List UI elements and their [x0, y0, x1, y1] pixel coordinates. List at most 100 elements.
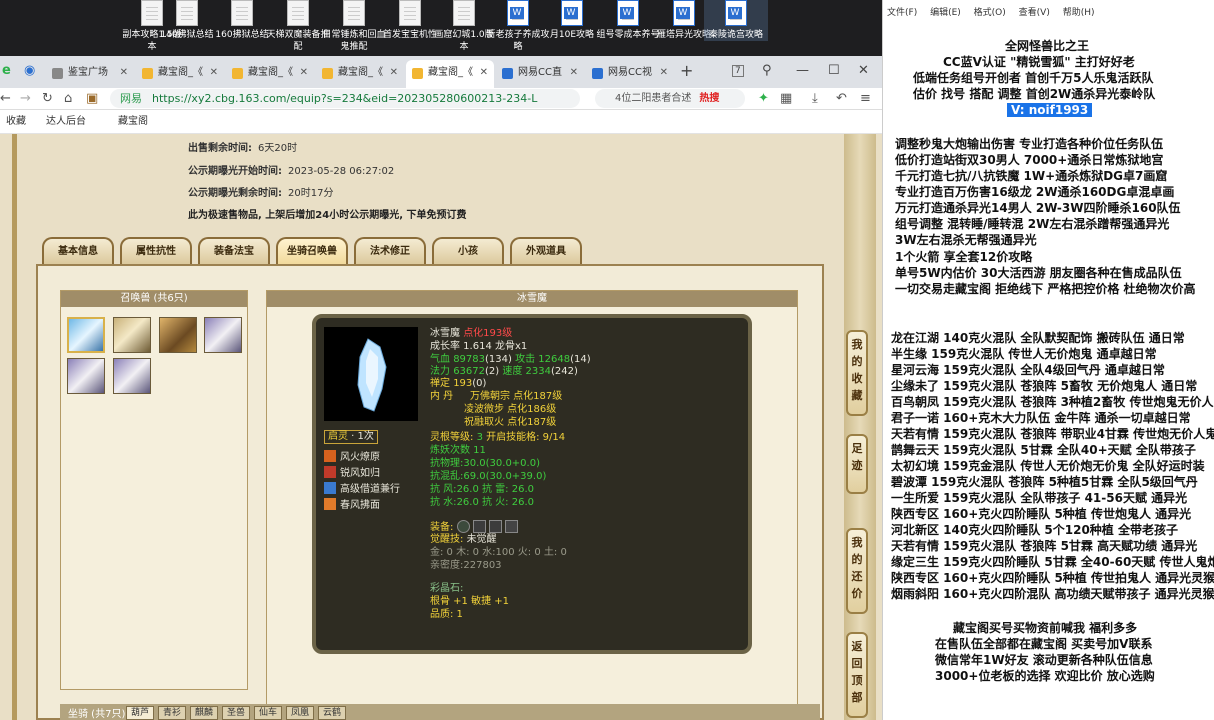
tab-child[interactable]: 小孩	[432, 237, 504, 265]
download-icon[interactable]: ⤓	[812, 88, 818, 110]
close-tab-icon[interactable]: ✕	[210, 60, 218, 86]
pet-thumb[interactable]	[67, 358, 105, 394]
skill-item[interactable]: 风火燎原	[324, 450, 380, 464]
hp-atk-line: 气血 89783(134) 攻击 12648(14)	[430, 354, 591, 366]
menu-format[interactable]: 格式(O)	[974, 8, 1006, 18]
stat-points: (14)	[570, 354, 591, 365]
close-tab-icon[interactable]: ✕	[570, 60, 578, 86]
notepad-line: 调整秒鬼大炮输出伤害 专业打造各种价位任务队伍	[895, 137, 1164, 151]
menu-help[interactable]: 帮助(H)	[1063, 8, 1095, 18]
mount-tab[interactable]: 麒麟	[190, 706, 218, 720]
equip-slot-icon[interactable]	[505, 520, 519, 533]
footer-line: 3000+位老板的选择 欢迎比价 放心选购	[935, 669, 1155, 683]
close-tab-icon[interactable]: ✕	[120, 60, 128, 86]
footprint-button[interactable]: 足迹	[846, 434, 868, 494]
browser-tab[interactable]: 藏宝阁_《 ✕	[226, 60, 314, 88]
tab-equipment[interactable]: 装备法宝	[198, 237, 270, 265]
maximize-icon[interactable]: ☐	[828, 60, 840, 82]
close-tab-icon[interactable]: ✕	[660, 60, 668, 86]
bookmark-item[interactable]: 收藏	[6, 110, 26, 134]
mount-tab[interactable]: 仙车	[254, 706, 282, 720]
undo-icon[interactable]: ↶	[836, 88, 847, 110]
close-tab-icon[interactable]: ✕	[480, 60, 488, 86]
resist-row: 抗 风:26.0 抗 雷: 26.0	[430, 484, 534, 496]
home-icon[interactable]: ⌂	[64, 88, 72, 110]
browser-tab[interactable]: 网易CC直 ✕	[496, 60, 584, 88]
my-counteroffer-button[interactable]: 我的还价	[846, 528, 868, 614]
menu-icon[interactable]: ≡	[860, 88, 871, 110]
browser-tab[interactable]: 藏宝阁_《 ✕	[136, 60, 224, 88]
my-favorites-button[interactable]: 我的收藏	[846, 330, 868, 416]
back-to-top-button[interactable]: 返回顶部	[846, 632, 868, 718]
skill-item[interactable]: 高级借道兼行	[324, 482, 400, 496]
tab-attributes[interactable]: 属性抗性	[120, 237, 192, 265]
pet-thumb[interactable]	[113, 317, 151, 353]
mount-tab[interactable]: 圣兽	[222, 706, 250, 720]
menu-view[interactable]: 查看(V)	[1019, 8, 1050, 18]
desktop-icon-label: 组号零成本养号	[596, 30, 660, 40]
menu-edit[interactable]: 编辑(E)	[930, 8, 961, 18]
skill-item[interactable]: 锐风如归	[324, 466, 380, 480]
desktop-icon[interactable]: 月10E攻略	[540, 0, 604, 41]
equip-slot-icon[interactable]	[488, 520, 502, 533]
browser-tab[interactable]: 鉴宝广场 ✕	[46, 60, 134, 88]
desktop-icon[interactable]: 160拂狱总结	[210, 0, 274, 41]
pet-thumb-ice[interactable]	[67, 317, 105, 353]
elements-line: 金: 0 木: 0 水:100 火: 0 土: 0	[430, 547, 567, 558]
notepad-line: 3W左右混杀无帮强通异光	[895, 233, 1037, 247]
tab-spell-correction[interactable]: 法术修正	[354, 237, 426, 265]
reload-icon[interactable]: ↻	[42, 88, 53, 110]
close-window-icon[interactable]: ✕	[858, 60, 869, 82]
desktop-icon[interactable]: 天梯双魔装备推配	[266, 0, 330, 53]
mount-tab[interactable]: 云鹤	[318, 706, 346, 720]
new-tab-icon[interactable]: +	[680, 60, 693, 82]
menu-file[interactable]: 文件(F)	[887, 8, 917, 18]
pinned-tab-icon[interactable]: ◉	[24, 60, 35, 82]
pet-thumb[interactable]	[113, 358, 151, 394]
bookmark-item[interactable]: 达人后台	[46, 110, 86, 134]
resist-row: 抗物理:30.0(30.0+0.0)	[430, 458, 540, 470]
mount-tab[interactable]: 凤凰	[286, 706, 314, 720]
extension-icon[interactable]: ✦	[758, 88, 769, 110]
address-toolbar: ← → ↻ ⌂ ▣ 网易 https://xy2.cbg.163.com/equi…	[0, 88, 882, 110]
bookmark-item[interactable]: 藏宝阁	[118, 110, 148, 134]
minimize-icon[interactable]: —	[796, 60, 809, 82]
pin-icon[interactable]: ⚲	[762, 60, 772, 82]
close-tab-icon[interactable]: ✕	[390, 60, 398, 86]
stat-label: 禅定	[430, 378, 450, 389]
team-line: 百鸟朝凤 159克火混队 苍狼阵 3种植2畜牧 传世炮鬼无价人	[891, 395, 1214, 409]
page-frame-left	[12, 134, 17, 720]
tab-count-badge[interactable]: 7	[732, 65, 744, 77]
fast-sale-notice: 此为极速售物品, 上架后增加24小时公示期曝光, 下单免预订费	[188, 210, 467, 221]
lingen-value: 3	[476, 432, 483, 443]
browser-tab-active[interactable]: 藏宝阁_《 ✕	[406, 60, 494, 88]
desktop-icon[interactable]: 日常锤炼和回血鬼推配	[322, 0, 386, 53]
notepad-line: 低端任务组号开创者 首创千万5人乐鬼活跃队	[913, 71, 1154, 85]
equip-slot-icon[interactable]	[472, 520, 486, 533]
row-label: 公示期曝光开始时间:	[188, 166, 282, 177]
close-tab-icon[interactable]: ✕	[300, 60, 308, 86]
forward-icon[interactable]: →	[20, 88, 31, 110]
apps-icon[interactable]: ▦	[780, 88, 792, 110]
skill-item[interactable]: 春风拂面	[324, 498, 380, 512]
pet-thumb[interactable]	[159, 317, 197, 353]
equip-slot-icon[interactable]	[456, 520, 470, 533]
tab-basic-info[interactable]: 基本信息	[42, 237, 114, 265]
mount-tab[interactable]: 青衫	[158, 706, 186, 720]
browser-tab[interactable]: 藏宝阁_《 ✕	[316, 60, 404, 88]
desktop-icon[interactable]: 组号零成本养号	[596, 0, 660, 41]
back-icon[interactable]: ←	[0, 88, 11, 110]
search-box[interactable]: 4位二阳患者合述 热搜	[595, 89, 745, 108]
pet-thumb[interactable]	[204, 317, 242, 353]
desktop-icon[interactable]: 秦陵诡宫攻略	[704, 0, 768, 41]
mount-tab[interactable]: 葫芦	[126, 706, 154, 720]
briefcase-icon[interactable]: ▣	[86, 88, 98, 110]
tab-appearance[interactable]: 外观道具	[510, 237, 582, 265]
notepad-line: 全网怪兽比之王	[1005, 39, 1090, 53]
browser-tab[interactable]: 网易CC视 ✕	[586, 60, 674, 88]
tab-mounts-pets[interactable]: 坐骑召唤兽	[276, 237, 348, 265]
url-bar[interactable]: 网易 https://xy2.cbg.163.com/equip?s=234&ei…	[110, 89, 580, 108]
skill-name: 锐风如归	[340, 468, 380, 479]
pet-list-header: 召唤兽 (共6只)	[61, 291, 247, 307]
contact-highlight: V: noif1993	[1007, 103, 1093, 117]
